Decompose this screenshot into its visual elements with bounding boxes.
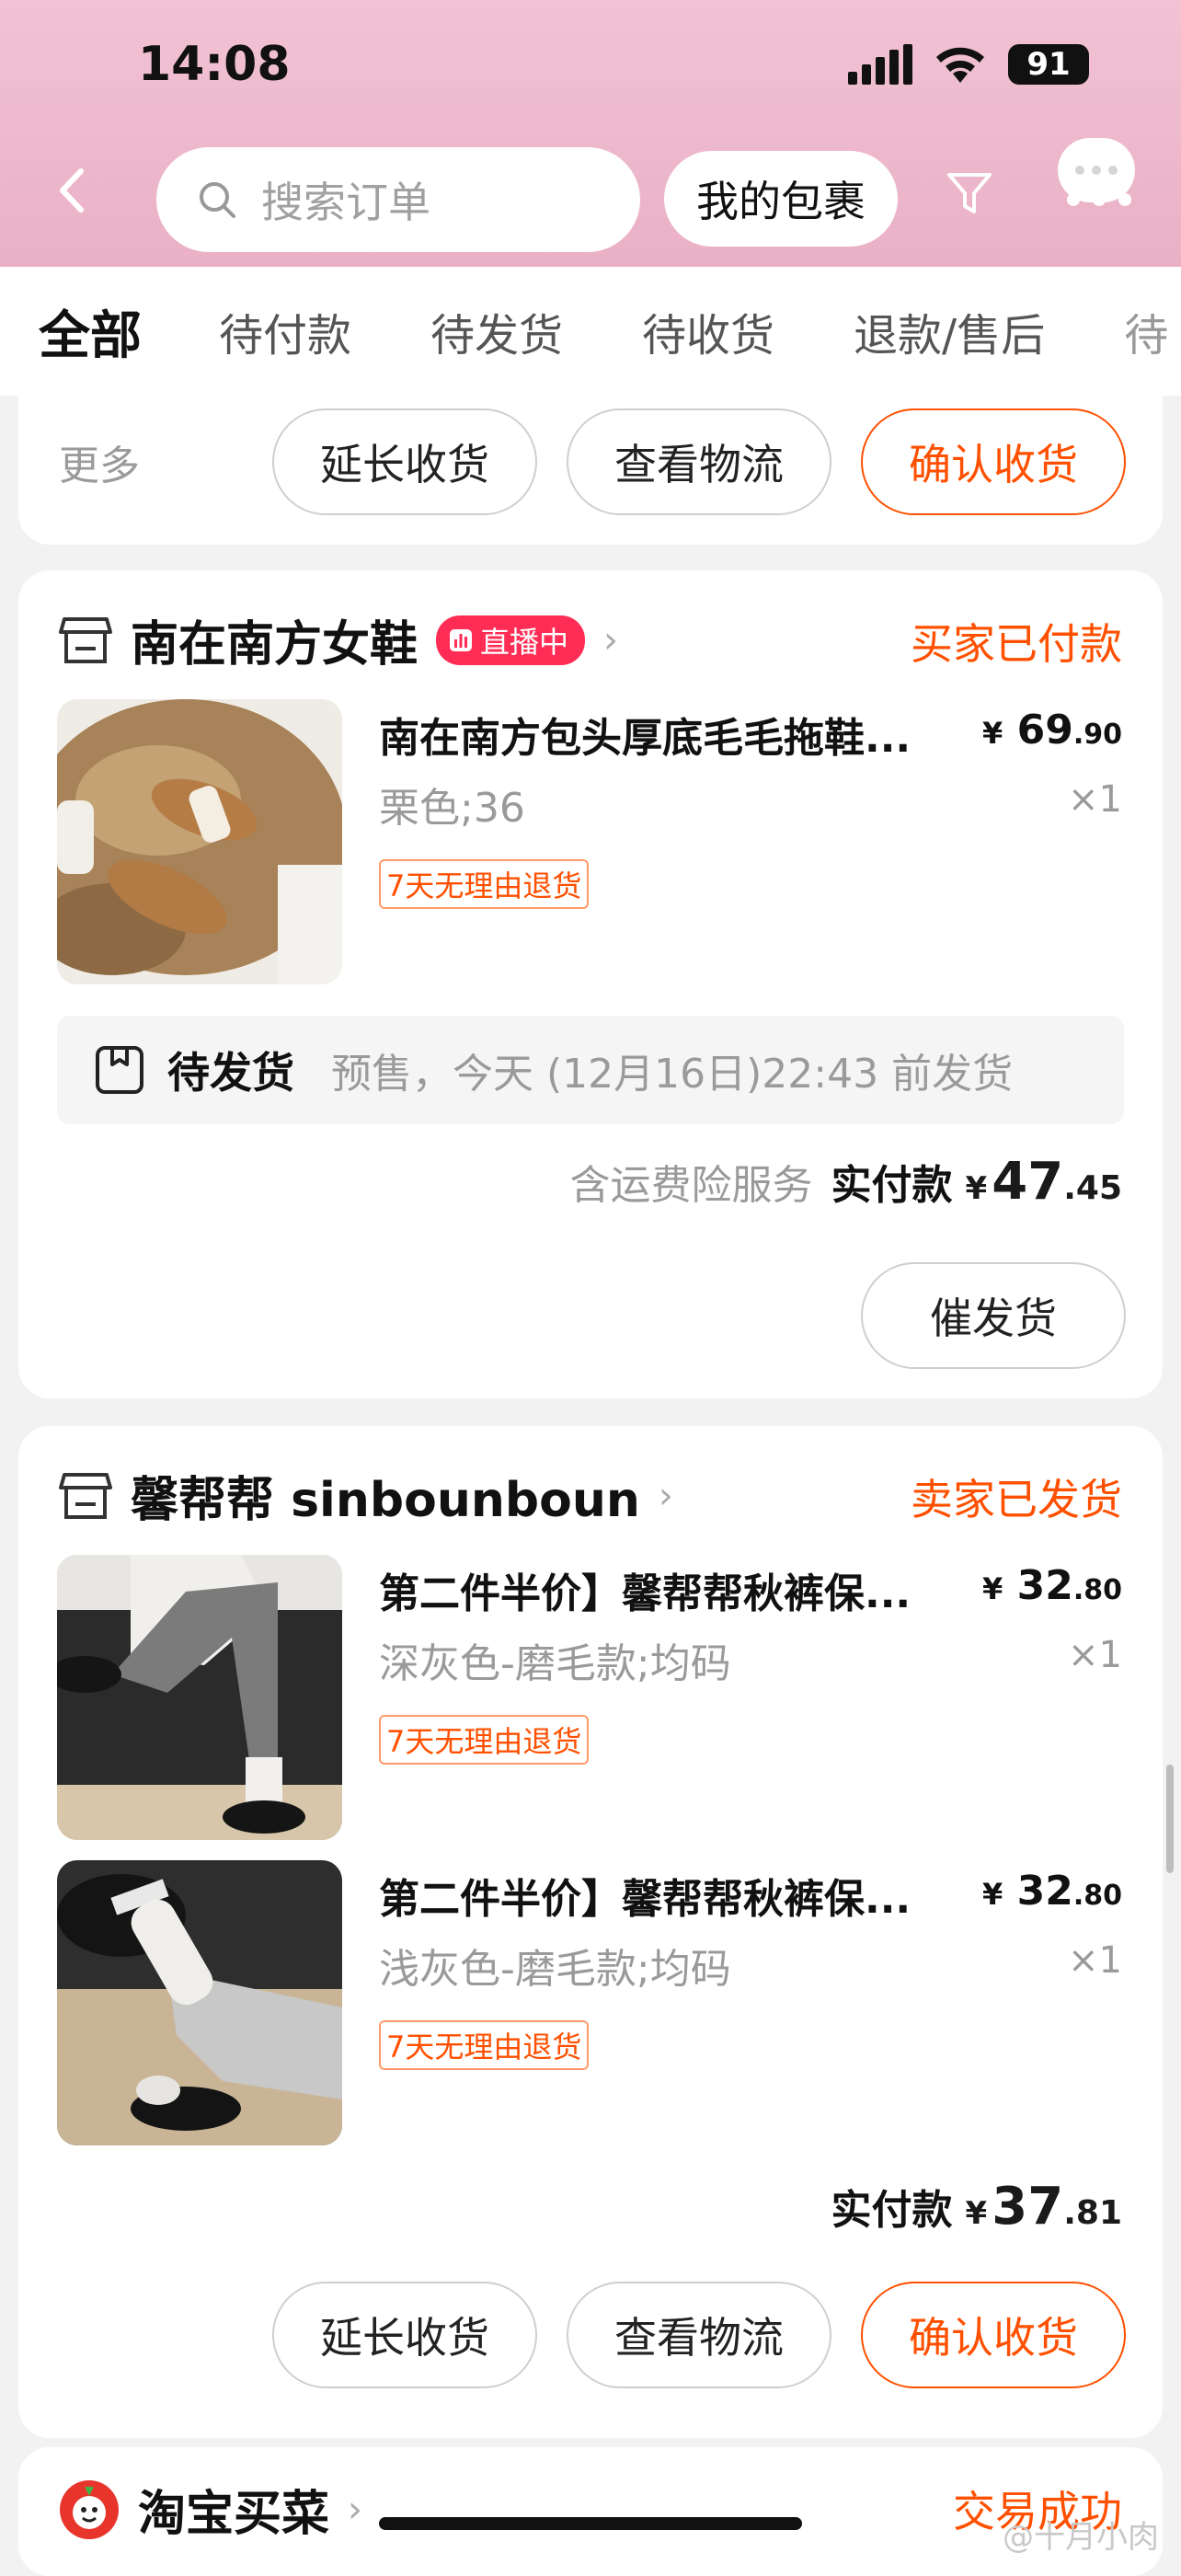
live-badge-label: 直播中 [480,624,569,660]
confirm-receipt-button[interactable]: 确认收货 [861,408,1126,515]
chevron-right-icon: › [348,2488,363,2531]
shop-header[interactable]: 南在南方女鞋 直播中 › [59,605,618,674]
product-price: ¥ 32.80 [982,1868,1122,1915]
status-icons: 91 [848,44,1089,85]
chevron-left-icon [60,168,84,213]
order-status: 卖家已发货 [911,1475,1122,1524]
paid-label: 实付款 [831,2187,953,2234]
shipping-note: 预售，今天 (12月16日)22:43 前发货 [331,1051,1014,1098]
extend-receipt-button[interactable]: 延长收货 [272,408,537,515]
product-image[interactable] [57,699,342,984]
product-spec: 栗色;36 [379,785,525,832]
tab-refund[interactable]: 退款/售后 [854,299,1045,363]
search-input[interactable]: 搜索订单 [156,147,640,252]
product-title[interactable]: 第二件半价】馨帮帮秋裤保... [379,1560,986,1619]
product-quantity: ×1 [1068,1939,1122,1982]
scrollbar[interactable] [1166,1765,1174,1873]
header-bar: 14:08 91 搜索订单 我的包裹 [0,0,1181,267]
taobao-grocery-logo-icon [60,2479,119,2539]
tab-review[interactable]: 待 [1124,299,1168,363]
status-time: 14:08 [138,37,291,92]
more-actions-link[interactable]: 更多 [59,432,140,491]
search-icon [200,182,235,218]
more-dots-icon [1067,193,1131,206]
shipping-info[interactable]: 待发货 预售，今天 (12月16日)22:43 前发货 [57,1016,1124,1124]
tab-pending-shipment[interactable]: 待发货 [430,299,563,363]
shop-header[interactable]: 淘宝买菜 › [59,2475,362,2544]
product-image[interactable] [57,1555,342,1840]
dot [1092,166,1101,175]
shop-name: 馨帮帮 sinbounboun [131,1473,640,1528]
order-tabs: 全部 待付款 待发货 待收货 退款/售后 待 [0,267,1181,396]
dot [1108,166,1118,175]
insurance-note: 含运费险服务 [569,1162,813,1209]
paid-amount: ¥ 47.45 [965,1152,1122,1212]
product-quantity: ×1 [1068,778,1122,821]
product-spec: 深灰色-磨毛款;均码 [379,1640,731,1687]
product-spec: 浅灰色-磨毛款;均码 [379,1946,731,1993]
product-price: ¥ 69.90 [982,707,1122,753]
wifi-icon [936,47,984,83]
extend-receipt-button[interactable]: 延长收货 [272,2282,537,2388]
store-icon [59,616,112,663]
urge-shipment-button[interactable]: 催发货 [861,1262,1126,1369]
chevron-right-icon: › [658,1474,673,1517]
paid-amount: ¥ 37.81 [965,2177,1122,2237]
leggings-photo [57,1860,342,2145]
shop-name: 南在南方女鞋 [131,617,419,673]
shipping-status: 待发货 [167,1048,294,1098]
shop-name: 淘宝买菜 [138,2487,330,2542]
package-icon [96,1046,143,1094]
dot [1075,166,1084,175]
chevron-right-icon: › [603,618,619,661]
view-logistics-button[interactable]: 查看物流 [567,2282,831,2388]
confirm-receipt-button[interactable]: 确认收货 [861,2282,1126,2388]
tab-pending-receipt[interactable]: 待收货 [642,299,774,363]
return-policy-tag: 7天无理由退货 [379,1715,590,1765]
order-card: 馨帮帮 sinbounboun › 卖家已发货 第二件半价】馨帮帮秋裤保... … [18,1426,1163,2438]
leggings-photo [57,1555,342,1840]
battery-icon: 91 [1008,44,1089,85]
my-packages-button[interactable]: 我的包裹 [664,151,898,247]
shop-header[interactable]: 馨帮帮 sinbounboun › [59,1461,673,1530]
payment-summary: 含运费险服务 实付款 ¥ 47.45 [570,1152,1122,1212]
home-indicator[interactable] [379,2517,802,2530]
back-button[interactable] [55,167,86,223]
live-bars-icon [450,628,473,651]
filter-icon [947,173,992,213]
order-card: 南在南方女鞋 直播中 › 买家已付款 南在南方包头厚底毛毛拖鞋... 栗色;36… [18,570,1163,1398]
paid-label: 实付款 [831,1162,953,1209]
view-logistics-button[interactable]: 查看物流 [567,408,831,515]
product-image[interactable] [57,1860,342,2145]
filter-button[interactable] [944,167,995,223]
return-policy-tag: 7天无理由退货 [379,859,590,909]
product-quantity: ×1 [1068,1634,1122,1676]
tab-pending-payment[interactable]: 待付款 [219,299,351,363]
product-title[interactable]: 南在南方包头厚底毛毛拖鞋... [379,705,986,764]
product-title[interactable]: 第二件半价】馨帮帮秋裤保... [379,1866,986,1925]
store-icon [59,1472,112,1519]
watermark: @十月小肉 [1003,2519,1159,2556]
product-price: ¥ 32.80 [982,1562,1122,1609]
search-placeholder: 搜索订单 [261,178,430,227]
live-badge: 直播中 [436,615,586,665]
slipper-photo [57,699,342,984]
return-policy-tag: 7天无理由退货 [379,2020,590,2070]
cellular-signal-icon [848,44,912,85]
order-status: 买家已付款 [911,619,1122,669]
tab-all[interactable]: 全部 [39,294,142,369]
order-card-previous: 更多 延长收货 查看物流 确认收货 [18,396,1163,545]
order-card: 淘宝买菜 › 交易成功 [18,2447,1163,2576]
payment-summary: 实付款 ¥ 37.81 [831,2177,1122,2237]
